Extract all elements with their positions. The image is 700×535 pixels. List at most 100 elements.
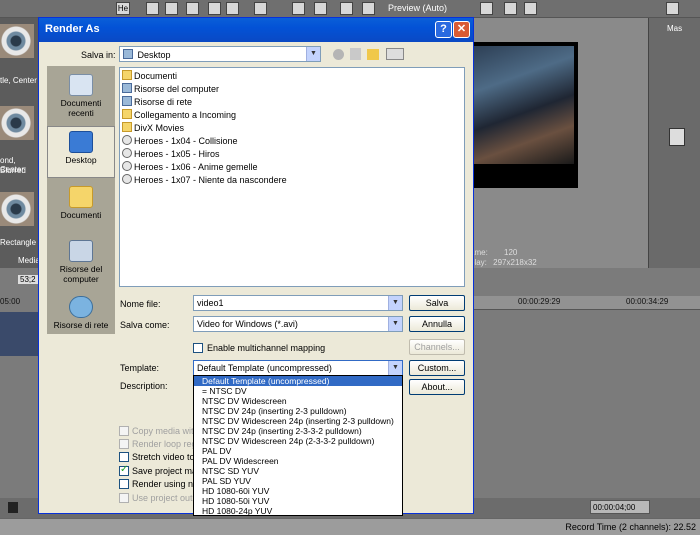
toolbar-icon-3[interactable] (186, 2, 199, 15)
multichannel-checkbox[interactable] (193, 343, 203, 353)
place-documents[interactable]: Documenti (47, 182, 115, 220)
template-option[interactable]: NTSC DV Widescreen 24p (2-3-3-2 pulldown… (194, 436, 402, 446)
template-option[interactable]: = NTSC DV (194, 386, 402, 396)
template-dropdown[interactable]: Default Template (uncompressed) ▼ (193, 360, 403, 376)
savetype-dropdown[interactable]: Video for Windows (*.avi) ▼ (193, 316, 403, 332)
network-render-checkbox[interactable] (119, 479, 129, 489)
channels-button[interactable]: Channels... (409, 339, 465, 355)
toolbar-icon-13[interactable] (524, 2, 537, 15)
template-option[interactable]: PAL SD YUV (194, 476, 402, 486)
project-output-checkbox[interactable] (119, 493, 129, 503)
network-icon (122, 96, 132, 106)
toolbar-icon-2[interactable] (165, 2, 178, 15)
place-network[interactable]: Risorse di rete (47, 292, 115, 330)
fx-thumbnail[interactable] (0, 24, 34, 58)
preview-quality[interactable]: Preview (Auto) (388, 3, 447, 13)
template-option[interactable]: NTSC DV 24p (inserting 2-3-3-2 pulldown) (194, 426, 402, 436)
toolbar-icon-7[interactable] (292, 2, 305, 15)
place-desktop[interactable]: Desktop (47, 126, 115, 178)
up-folder-icon[interactable] (350, 48, 361, 60)
toolbar-icon-14[interactable] (666, 2, 679, 15)
list-item[interactable]: Risorse del computer (122, 83, 219, 95)
transport-timecode: 00:00:04;00 (590, 500, 650, 514)
filename-field[interactable]: video1 ▼ (193, 295, 403, 311)
folder-icon (122, 70, 132, 80)
copy-media-checkbox[interactable] (119, 426, 129, 436)
save-button[interactable]: Salva (409, 295, 465, 311)
new-folder-icon[interactable] (367, 49, 379, 60)
project-output-label: Use project outpu (132, 493, 203, 503)
template-option[interactable]: HD 1080-50i YUV (194, 496, 402, 506)
about-button[interactable]: About... (409, 379, 465, 395)
fx-thumbnail[interactable] (0, 192, 34, 226)
template-option[interactable]: HD 1080-60i YUV (194, 486, 402, 496)
media-tab[interactable]: Media (18, 256, 40, 265)
dialog-titlebar[interactable]: Render As ? ✕ (39, 18, 473, 42)
file-name: Heroes - 1x04 - Collisione (134, 136, 238, 146)
file-name: Risorse di rete (134, 97, 193, 107)
list-item[interactable]: Heroes - 1x05 - Hiros (122, 148, 220, 160)
fx-label: Rectangle (0, 238, 37, 247)
description-label: Description: (120, 381, 168, 391)
filename-label: Nome file: (120, 299, 161, 309)
fx-thumbnail[interactable] (0, 106, 34, 140)
view-menu-icon[interactable] (386, 48, 404, 60)
template-option[interactable]: NTSC DV Widescreen 24p (inserting 2-3 pu… (194, 416, 402, 426)
render-loop-checkbox[interactable] (119, 439, 129, 449)
app-toolbar: He (0, 0, 700, 18)
video-track-clip[interactable] (0, 312, 40, 356)
timecode: 05:00 (0, 297, 21, 306)
render-loop-label: Render loop regi (132, 439, 199, 449)
dialog-title: Render As (45, 23, 100, 35)
list-item[interactable]: Heroes - 1x06 - Anime gemelle (122, 161, 258, 173)
shortcut-folder-icon (122, 109, 132, 119)
template-option[interactable]: HD 1080-24p YUV (194, 506, 402, 515)
list-item[interactable]: Heroes - 1x07 - Niente da nascondere (122, 174, 287, 186)
cancel-button[interactable]: Annulla (409, 316, 465, 332)
place-my-computer[interactable]: Risorse del computer (47, 236, 115, 284)
template-option[interactable]: NTSC DV Widescreen (194, 396, 402, 406)
place-label: Desktop (65, 155, 97, 165)
custom-button[interactable]: Custom... (409, 360, 465, 376)
file-list[interactable]: Documenti Risorse del computer Risorse d… (119, 67, 465, 287)
toolbar-icon-1[interactable] (146, 2, 159, 15)
save-in-label: Salva in: (81, 50, 116, 60)
template-option[interactable]: NTSC SD YUV (194, 466, 402, 476)
toolbar-icon-5[interactable] (226, 2, 239, 15)
template-options-list[interactable]: Default Template (uncompressed) = NTSC D… (193, 375, 403, 488)
chevron-down-icon: ▼ (388, 361, 402, 375)
play-icon[interactable] (8, 502, 18, 513)
place-recent-documents[interactable]: Documenti recenti (47, 70, 115, 118)
help-button[interactable]: ? (435, 21, 452, 38)
template-options-list-overflow[interactable]: HD 1080-60i YUV HD 1080-50i YUV HD 1080-… (193, 486, 403, 516)
toolbar-icon-4[interactable] (208, 2, 221, 15)
template-option[interactable]: PAL DV Widescreen (194, 456, 402, 466)
save-markers-label: Save project mar (132, 466, 201, 476)
fx-label: tle, Center (0, 76, 37, 85)
list-item[interactable]: Documenti (122, 70, 177, 82)
toolbar-icon-10[interactable] (362, 2, 375, 15)
template-option[interactable]: Default Template (uncompressed) (194, 376, 402, 386)
close-button[interactable]: ✕ (453, 21, 470, 38)
file-name: Collegamento a Incoming (134, 110, 237, 120)
template-option[interactable]: PAL DV (194, 446, 402, 456)
multichannel-label: Enable multichannel mapping (207, 343, 326, 353)
list-item[interactable]: Collegamento a Incoming (122, 109, 236, 121)
list-item[interactable]: DivX Movies (122, 122, 184, 134)
back-icon[interactable] (333, 49, 344, 60)
zoom-button[interactable]: He (116, 2, 130, 15)
save-markers-checkbox[interactable] (119, 464, 129, 476)
toolbar-icon-12[interactable] (504, 2, 517, 15)
toolbar-icon-11[interactable] (480, 2, 493, 15)
toolbar-icon-8[interactable] (314, 2, 327, 15)
list-item[interactable]: Risorse di rete (122, 96, 192, 108)
toolbar-icon-6[interactable] (254, 2, 267, 15)
template-option[interactable]: NTSC DV 24p (inserting 2-3 pulldown) (194, 406, 402, 416)
volume-fader[interactable] (669, 128, 685, 146)
list-item[interactable]: Heroes - 1x04 - Collisione (122, 135, 238, 147)
fx-thumbnails-panel: tle, Center ond, Center Blurred Rectangl… (0, 18, 40, 268)
save-in-dropdown[interactable]: Desktop ▼ (119, 46, 321, 62)
video-file-icon (122, 148, 132, 158)
stretch-video-checkbox[interactable] (119, 452, 129, 462)
toolbar-icon-9[interactable] (340, 2, 353, 15)
